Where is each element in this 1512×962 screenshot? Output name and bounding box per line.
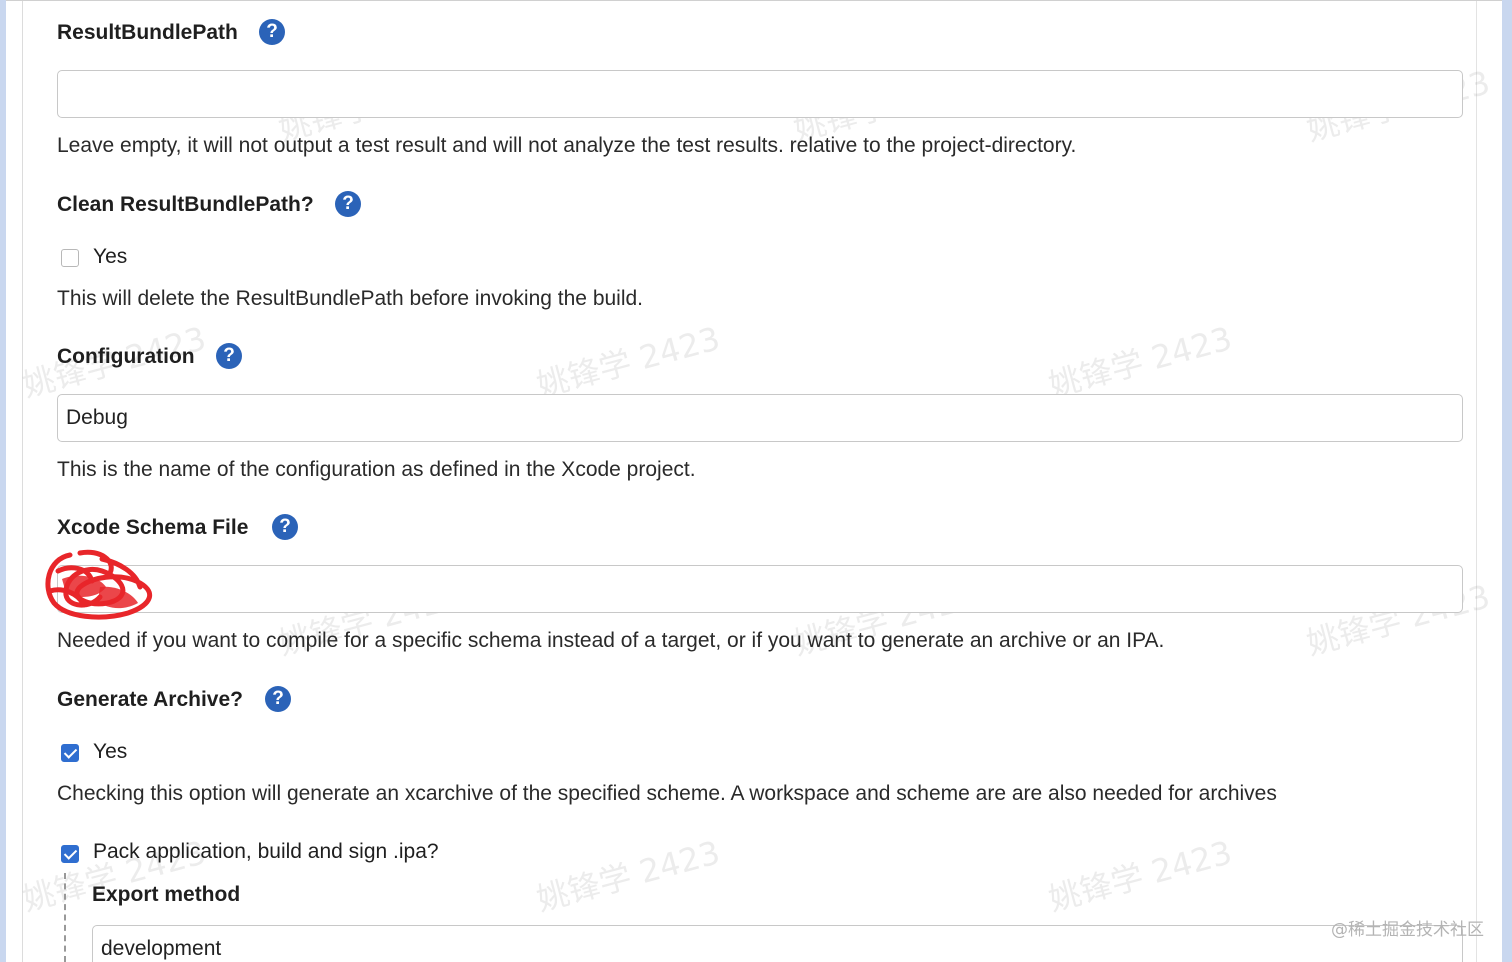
result-bundle-path-label: ResultBundlePath (57, 21, 238, 44)
pack-application-checkbox[interactable] (61, 845, 79, 863)
clean-result-bundle-path-checkbox-label[interactable]: Yes (93, 245, 127, 269)
clean-result-bundle-path-label: Clean ResultBundlePath? (57, 193, 314, 216)
watermark: 姚锋学 2423 (532, 833, 724, 919)
generate-archive-checkbox-label[interactable]: Yes (93, 740, 127, 764)
watermark: 姚锋学 2423 (532, 319, 724, 405)
result-bundle-path-input[interactable] (57, 70, 1463, 118)
configuration-help-icon[interactable]: ? (216, 343, 242, 369)
generate-archive-label: Generate Archive? (57, 688, 243, 711)
configuration-description: This is the name of the configuration as… (57, 458, 696, 481)
pack-application-checkbox-label[interactable]: Pack application, build and sign .ipa? (93, 840, 439, 864)
result-bundle-path-help-icon[interactable]: ? (259, 19, 285, 45)
result-bundle-path-description: Leave empty, it will not output a test r… (57, 134, 1077, 157)
xcode-schema-file-label: Xcode Schema File (57, 516, 249, 539)
build-settings-panel: 姚锋学 2423 姚锋学 2423 姚锋学 2423 姚锋学 2423 姚锋学 … (6, 0, 1502, 962)
configuration-label: Configuration (57, 345, 195, 368)
xcode-schema-file-help-icon[interactable]: ? (272, 514, 298, 540)
panel-left-border (22, 1, 23, 962)
export-method-label: Export method (92, 883, 241, 906)
clean-result-bundle-path-description: This will delete the ResultBundlePath be… (57, 287, 644, 310)
watermark: 姚锋学 2423 (1044, 319, 1236, 405)
panel-right-border (1476, 1, 1477, 962)
export-method-input[interactable] (92, 925, 1463, 962)
footer-watermark: @稀土掘金技术社区 (1331, 920, 1484, 940)
nested-section-indent-line (64, 873, 66, 962)
watermark: 姚锋学 2423 (1044, 833, 1236, 919)
clean-result-bundle-path-help-icon[interactable]: ? (335, 191, 361, 217)
xcode-schema-file-description: Needed if you want to compile for a spec… (57, 629, 1165, 652)
generate-archive-help-icon[interactable]: ? (265, 686, 291, 712)
xcode-schema-file-input[interactable] (57, 565, 1463, 613)
configuration-input[interactable] (57, 394, 1463, 442)
generate-archive-description: Checking this option will generate an xc… (57, 782, 1277, 805)
generate-archive-checkbox[interactable] (61, 744, 79, 762)
clean-result-bundle-path-checkbox[interactable] (61, 249, 79, 267)
